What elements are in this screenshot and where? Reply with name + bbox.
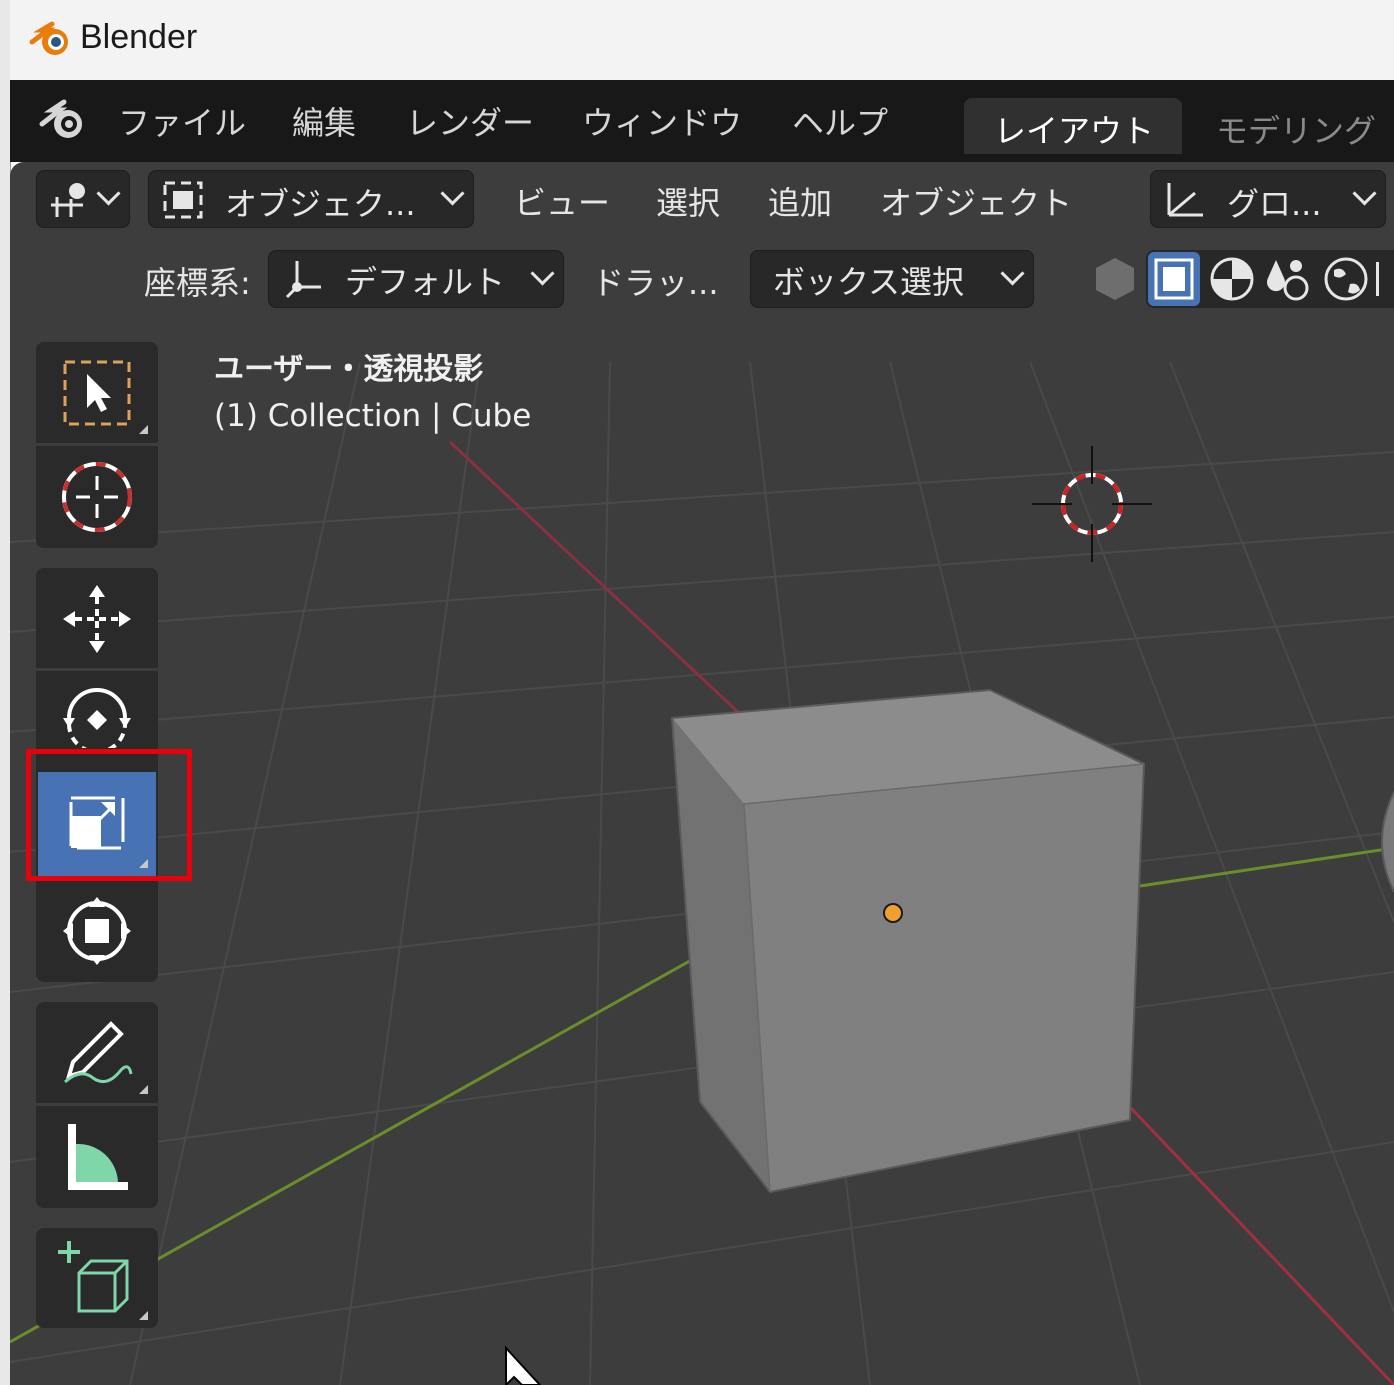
- material-preview-icon[interactable]: [1206, 254, 1258, 304]
- menu-object[interactable]: オブジェクト: [880, 178, 1072, 224]
- rendered-shading-icon[interactable]: [1262, 254, 1314, 304]
- mode-dropdown[interactable]: オブジェク...: [148, 170, 474, 228]
- orientation-label: グロ...: [1227, 185, 1322, 223]
- move-icon: [63, 585, 131, 653]
- transform-pivot-icon: [285, 261, 321, 299]
- menu-edit[interactable]: 編集: [292, 98, 356, 144]
- blender-menu-icon[interactable]: [38, 98, 88, 142]
- editor-type-icon: [51, 183, 85, 217]
- view-info: (1) Collection | Cube: [214, 398, 532, 434]
- tab-layout-label: レイアウト: [994, 112, 1155, 150]
- transform-tool[interactable]: [38, 882, 156, 980]
- annotate-tool[interactable]: [38, 1004, 156, 1102]
- coord-label: 座標系:: [144, 264, 251, 302]
- add-cube-tool[interactable]: [38, 1230, 156, 1328]
- object-mode-icon: [163, 181, 203, 219]
- toolbar-group-add: [36, 1228, 158, 1328]
- editor-type-dropdown[interactable]: [36, 170, 130, 228]
- menu-view[interactable]: ビュー: [514, 178, 610, 224]
- cube-object[interactable]: [670, 688, 1146, 1194]
- mouse-pointer-icon: [505, 1345, 542, 1385]
- shading-options-icon[interactable]: [1376, 262, 1394, 296]
- menu-select[interactable]: 選択: [656, 178, 720, 224]
- mode-label: オブジェク...: [225, 185, 416, 223]
- move-tool[interactable]: [38, 570, 156, 668]
- transform-icon: [63, 897, 131, 965]
- tool-options-corner: [139, 1085, 148, 1094]
- chevron-down-icon: [530, 261, 555, 286]
- chevron-down-icon: [1000, 261, 1025, 286]
- cursor-icon: [62, 462, 132, 532]
- solid-shading-icon: [1154, 258, 1194, 300]
- rotate-icon: [63, 688, 131, 748]
- globe-shading-icon[interactable]: [1320, 254, 1372, 304]
- 3d-cursor-icon[interactable]: [1032, 446, 1152, 562]
- add-cube-icon: [58, 1241, 129, 1313]
- chevron-down-icon: [1352, 181, 1377, 206]
- rotate-tool[interactable]: [38, 672, 156, 752]
- tool-options-corner: [139, 425, 148, 434]
- window-titlebar: [10, 0, 1394, 80]
- orientation-dropdown[interactable]: グロ...: [1150, 170, 1386, 228]
- select-box-icon: [63, 360, 131, 426]
- annotation-highlight-box: [26, 749, 192, 881]
- orientation-icon: [1167, 183, 1203, 217]
- coord-dropdown[interactable]: デフォルト: [268, 250, 564, 308]
- measure-icon: [68, 1124, 128, 1190]
- blender-logo-icon: [29, 21, 68, 55]
- select-mode-dropdown[interactable]: ボックス選択: [750, 250, 1034, 308]
- menu-file[interactable]: ファイル: [118, 98, 246, 144]
- chevron-down-icon: [440, 181, 465, 206]
- window-title: Blender: [80, 18, 198, 56]
- tab-modeling[interactable]: モデリング: [1216, 106, 1376, 152]
- shading-solid-button[interactable]: [1148, 252, 1200, 306]
- annotate-icon: [64, 1021, 133, 1084]
- toolbar-group-select: [36, 342, 158, 548]
- tab-layout[interactable]: レイアウト: [964, 98, 1182, 154]
- menu-add[interactable]: 追加: [768, 178, 832, 224]
- measure-tool[interactable]: [38, 1108, 156, 1206]
- origin-point: [883, 903, 903, 923]
- wireframe-xray-icon[interactable]: [1092, 254, 1138, 304]
- tool-options-corner: [139, 1311, 148, 1320]
- menu-render[interactable]: レンダー: [406, 98, 534, 144]
- menu-window[interactable]: ウィンドウ: [582, 98, 742, 144]
- view-name: ユーザー・透視投影: [214, 352, 484, 387]
- menu-help[interactable]: ヘルプ: [792, 98, 888, 144]
- select-box-tool[interactable]: [38, 344, 156, 442]
- toolbar-group-annotate: [36, 1002, 158, 1208]
- chevron-down-icon: [96, 181, 121, 206]
- cursor-tool[interactable]: [38, 448, 156, 546]
- select-mode-value: ボックス選択: [773, 263, 965, 301]
- drag-label: ドラッ...: [592, 264, 719, 302]
- coord-value: デフォルト: [345, 263, 506, 301]
